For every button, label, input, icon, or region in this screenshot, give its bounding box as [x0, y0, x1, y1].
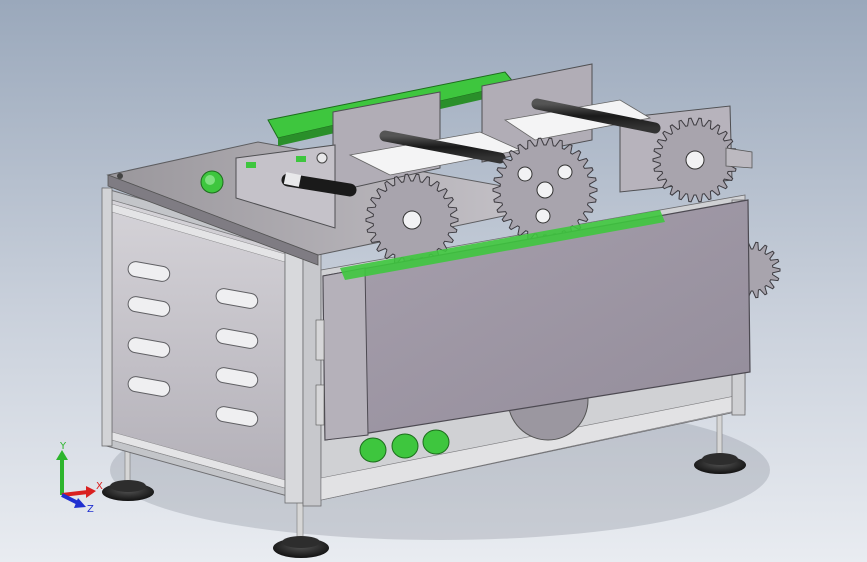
side-plate-edge: [725, 147, 753, 169]
machine-assembly-model[interactable]: [0, 0, 867, 562]
coordinate-triad: Y X Z: [56, 441, 103, 515]
x-axis-arrow: [61, 490, 89, 497]
z-axis-label: Z: [87, 504, 94, 515]
cad-viewport[interactable]: Y X Z: [0, 0, 867, 562]
x-axis-label: X: [96, 481, 103, 492]
x-axis-head: [86, 486, 96, 498]
y-axis-label: Y: [59, 441, 67, 452]
